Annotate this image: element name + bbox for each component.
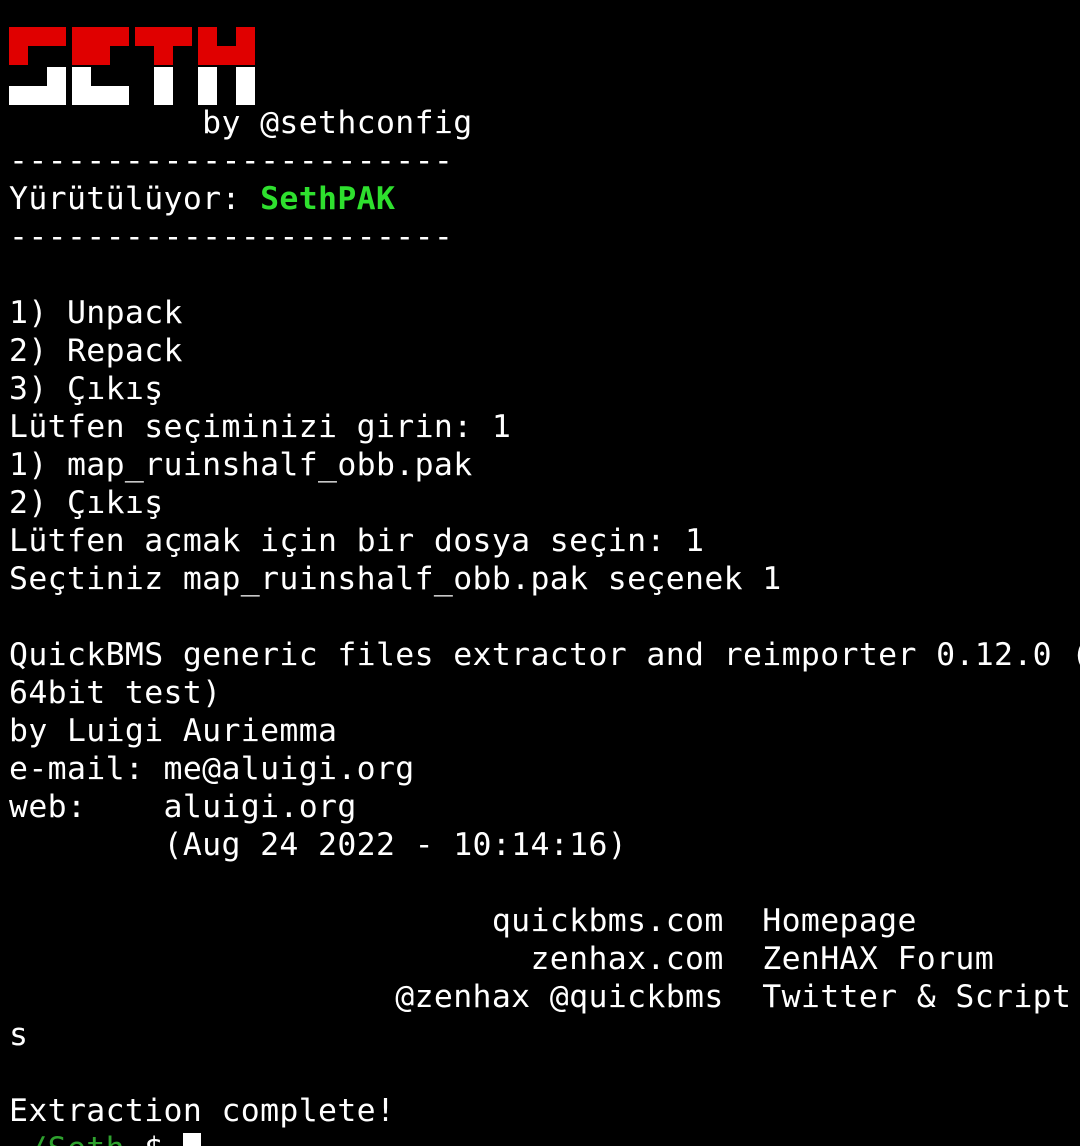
link-wrap: s (9, 1017, 29, 1053)
logo-block (9, 86, 28, 105)
selection-result: Seçtiniz map_ruinshalf_obb.pak seçenek 1 (9, 561, 782, 597)
logo-block (198, 46, 217, 65)
quickbms-date: (Aug 24 2022 - 10:14:16) (9, 827, 628, 863)
logo-block (236, 86, 255, 105)
terminal-window[interactable]: by @sethconfig ----------------------- Y… (0, 0, 1080, 1146)
file-prompt: Lütfen açmak için bir dosya seçin: 1 (9, 523, 705, 559)
separator-bottom: ----------------------- (9, 219, 454, 255)
running-label: Yürütülüyor: (9, 181, 261, 217)
logo-block (91, 27, 110, 46)
logo-block (91, 46, 110, 65)
quickbms-email: e-mail: me@aluigi.org (9, 751, 415, 787)
logo-block (47, 67, 66, 86)
logo-block (9, 27, 28, 46)
prompt-symbol: $ (125, 1131, 183, 1146)
link-homepage: quickbms.com Homepage (9, 903, 917, 939)
quickbms-web: web: aluigi.org (9, 789, 357, 825)
logo-block (72, 27, 91, 46)
logo-block (47, 27, 66, 46)
byline: by @sethconfig (9, 105, 473, 141)
logo-block (154, 46, 173, 65)
link-forum: zenhax.com ZenHAX Forum (9, 941, 995, 977)
logo-block (72, 67, 91, 86)
seth-ascii-logo (9, 27, 259, 105)
logo-block (47, 86, 66, 105)
logo-block (9, 46, 28, 65)
logo-block (28, 86, 47, 105)
quickbms-title-line1: QuickBMS generic files extractor and rei… (9, 637, 1080, 673)
logo-block (173, 27, 192, 46)
link-twitter: @zenhax @quickbms Twitter & Script (9, 979, 1072, 1015)
logo-block (28, 27, 47, 46)
logo-block (110, 86, 129, 105)
logo-block (72, 86, 91, 105)
logo-block (236, 46, 255, 65)
quickbms-title-line2: 64bit test) (9, 675, 222, 711)
quickbms-author: by Luigi Auriemma (9, 713, 338, 749)
logo-block (91, 86, 110, 105)
logo-block (198, 86, 217, 105)
file-item-exit: 2) Çıkış (9, 485, 164, 521)
logo-block (135, 27, 154, 46)
logo-block (217, 46, 236, 65)
menu-item-exit: 3) Çıkış (9, 371, 164, 407)
file-item-pak: 1) map_ruinshalf_obb.pak (9, 447, 473, 483)
logo-block (154, 67, 173, 86)
logo-block (236, 27, 255, 46)
menu-item-repack: 2) Repack (9, 333, 183, 369)
running-value: SethPAK (260, 181, 396, 217)
logo-block (72, 46, 91, 65)
menu-item-unpack: 1) Unpack (9, 295, 183, 331)
separator-top: ----------------------- (9, 143, 454, 179)
logo-block (198, 67, 217, 86)
menu-prompt: Lütfen seçiminizi girin: 1 (9, 409, 512, 445)
running-line: Yürütülüyor: SethPAK (9, 180, 395, 218)
logo-block (236, 67, 255, 86)
status-message: Extraction complete! (9, 1093, 396, 1129)
text-cursor (182, 1133, 201, 1146)
logo-block (110, 27, 129, 46)
shell-prompt[interactable]: ~/Seth $ (9, 1130, 201, 1146)
logo-block (154, 86, 173, 105)
logo-block (154, 27, 173, 46)
logo-block (198, 27, 217, 46)
prompt-path: ~/Seth (9, 1131, 125, 1146)
